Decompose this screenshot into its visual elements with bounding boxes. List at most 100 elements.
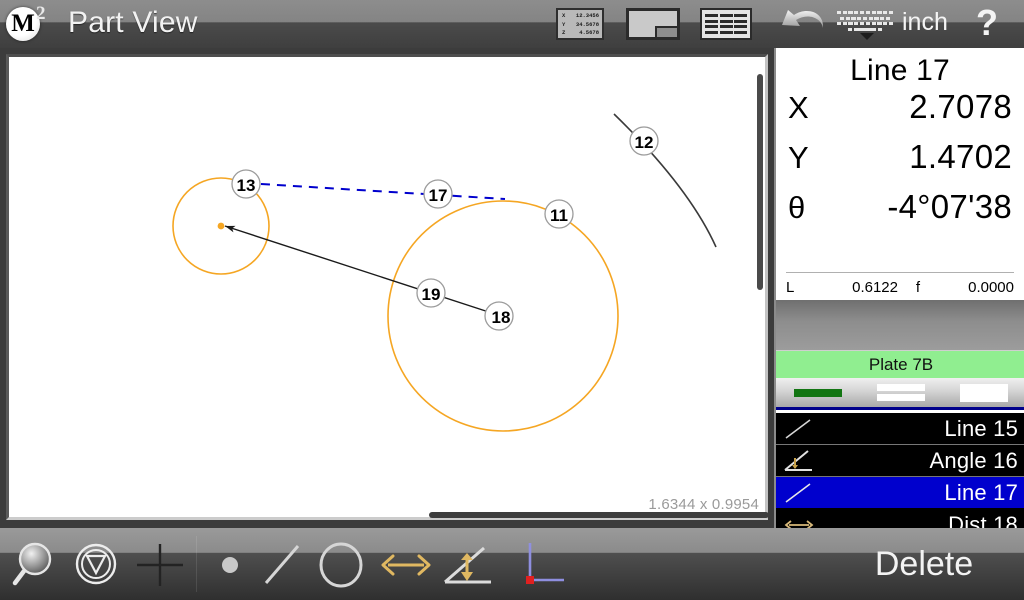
aux-label-l: L xyxy=(786,279,802,296)
part-tab[interactable]: Plate 7B xyxy=(776,350,1024,378)
keyboard-row xyxy=(836,22,894,25)
svg-text:18: 18 xyxy=(492,308,511,327)
label-balloon-18: 18 xyxy=(485,302,513,330)
report-table-icon[interactable] xyxy=(700,8,752,40)
svg-text:17: 17 xyxy=(429,186,448,205)
angle-icon[interactable] xyxy=(440,542,496,595)
canvas-horizontal-scrollbar[interactable] xyxy=(429,512,769,518)
view-mode-box[interactable] xyxy=(943,378,1024,407)
white-box-icon xyxy=(960,384,1008,402)
view-mode-button-group xyxy=(776,378,1024,410)
keyboard-row xyxy=(836,11,894,14)
part-view-layout-icon[interactable] xyxy=(626,8,680,40)
application-window: M 2 Part View X 12.3456 Y 34.5678 Z 4.56… xyxy=(0,0,1024,600)
label-balloon-17: 17 xyxy=(424,180,452,208)
label-balloon-11: 11 xyxy=(545,200,573,228)
angle-icon xyxy=(782,448,816,474)
dro-icon-row: X 12.3456 xyxy=(561,12,599,21)
dro-icon-row: Z 4.5678 xyxy=(561,29,599,38)
dro-label-x: X xyxy=(788,90,809,126)
measurement-side-panel: Line 17 X 2.7078 Y 1.4702 θ -4°07'38 L 0… xyxy=(774,48,1024,528)
circle-13-center-point xyxy=(218,223,225,230)
bottom-toolbar: Delete xyxy=(0,528,1024,600)
dro-readout-icon[interactable]: X 12.3456 Y 34.5678 Z 4.5678 xyxy=(556,8,604,40)
table-icon-row xyxy=(705,31,747,34)
aux-value-f: 0.0000 xyxy=(938,279,1014,296)
table-icon-row xyxy=(705,14,747,17)
dro-row-y[interactable]: Y 1.4702 xyxy=(786,138,1014,188)
part-geometry: 13 17 11 12 19 18 xyxy=(9,57,765,517)
keyboard-icon[interactable] xyxy=(836,10,898,40)
green-bar-icon xyxy=(794,389,842,397)
logo-letter: M xyxy=(6,7,40,41)
aux-line-length: L 0.6122 f 0.0000 xyxy=(786,276,1014,298)
dro-value-theta: -4°07'38 xyxy=(887,188,1012,226)
datum-origin-icon[interactable] xyxy=(512,540,568,595)
line-feature-17 xyxy=(245,183,505,199)
feature-list-item-line-15[interactable]: Line 15 xyxy=(776,413,1024,445)
dro-icon-axis: Z xyxy=(561,29,565,38)
dro-readout-block: Line 17 X 2.7078 Y 1.4702 θ -4°07'38 L 0… xyxy=(776,48,1024,285)
distance-feature-19 xyxy=(225,226,501,316)
label-balloon-13: 13 xyxy=(232,170,260,198)
feature-label: Line 17 xyxy=(816,480,1018,506)
help-icon[interactable]: ? xyxy=(976,2,998,44)
canvas-vertical-scrollbar[interactable] xyxy=(757,74,763,290)
part-view-canvas[interactable]: 13 17 11 12 19 18 1.6344 x 0 xyxy=(6,54,768,520)
undo-arrow-icon[interactable] xyxy=(780,6,828,42)
line-icon xyxy=(782,416,816,442)
units-label[interactable]: inch xyxy=(902,8,948,37)
app-logo: M 2 xyxy=(6,3,48,45)
line-icon[interactable] xyxy=(258,540,306,595)
toolbar-divider xyxy=(196,536,197,592)
chevron-down-icon[interactable] xyxy=(860,33,874,40)
dro-row-theta[interactable]: θ -4°07'38 xyxy=(786,188,1014,238)
feature-label: Line 15 xyxy=(816,416,1018,442)
view-mode-green[interactable] xyxy=(776,378,859,407)
dro-icon-value: 12.3456 xyxy=(576,12,599,21)
dro-icon-axis: Y xyxy=(561,21,565,30)
svg-text:11: 11 xyxy=(550,206,568,225)
dro-label-theta: θ xyxy=(788,190,805,226)
distance-icon[interactable] xyxy=(378,548,434,587)
page-title: Part View xyxy=(68,6,198,40)
line-icon xyxy=(782,480,816,506)
circle-icon[interactable] xyxy=(314,540,368,595)
zoom-magnifier-icon[interactable] xyxy=(8,540,60,595)
white-bar-icon xyxy=(877,394,925,401)
table-icon-row xyxy=(705,25,747,28)
probe-target-icon[interactable] xyxy=(69,540,123,595)
canvas-extents-label: 1.6344 x 0.9954 xyxy=(648,496,759,513)
dro-value-y: 1.4702 xyxy=(909,138,1012,176)
panel-separator-band xyxy=(776,300,1024,350)
label-balloon-12: 12 xyxy=(630,127,658,155)
feature-list-item-line-17[interactable]: Line 17 xyxy=(776,477,1024,509)
selected-feature-title: Line 17 xyxy=(786,48,1014,88)
arc-feature-12 xyxy=(614,114,716,247)
dro-value-x: 2.7078 xyxy=(909,88,1012,126)
keyboard-row xyxy=(836,17,894,20)
label-balloon-19: 19 xyxy=(417,279,445,307)
point-icon[interactable] xyxy=(208,544,252,591)
white-bar-icon xyxy=(877,384,925,391)
crosshair-icon[interactable] xyxy=(134,542,186,593)
feature-list-item-angle-16[interactable]: Angle 16 xyxy=(776,445,1024,477)
aux-value-l: 0.6122 xyxy=(802,279,898,296)
aux-label-f: f xyxy=(898,279,938,296)
table-icon-row xyxy=(705,20,747,23)
dro-icon-axis: X xyxy=(561,12,565,21)
keyboard-keys xyxy=(836,10,894,32)
dro-label-y: Y xyxy=(788,140,809,176)
feature-label: Angle 16 xyxy=(816,448,1018,474)
dro-icon-row: Y 34.5678 xyxy=(561,21,599,30)
keyboard-row xyxy=(836,28,894,31)
svg-text:19: 19 xyxy=(422,285,441,304)
dro-icon-value: 4.5678 xyxy=(579,29,599,38)
dro-separator xyxy=(786,272,1014,273)
dro-icon-value: 34.5678 xyxy=(576,21,599,30)
dro-row-x[interactable]: X 2.7078 xyxy=(786,88,1014,138)
delete-button[interactable]: Delete xyxy=(824,528,1024,600)
svg-text:12: 12 xyxy=(635,133,654,152)
logo-superscript: 2 xyxy=(36,3,46,25)
view-mode-lines[interactable] xyxy=(859,378,942,407)
